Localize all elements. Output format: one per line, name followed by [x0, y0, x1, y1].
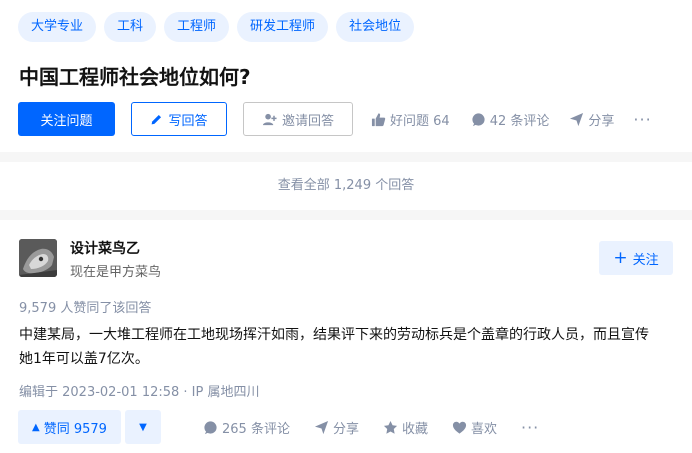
question-actions: 关注问题 写回答 邀请回答 好问题 64 42 条评论 分享 ···	[18, 102, 652, 136]
topic-tag[interactable]: 大学专业	[18, 12, 97, 42]
write-answer-button[interactable]: 写回答	[131, 102, 227, 136]
write-answer-label: 写回答	[168, 113, 208, 129]
answer-comments-button[interactable]: 265 条评论	[203, 418, 290, 437]
like-button[interactable]: 喜欢	[452, 418, 497, 437]
author-bio: 现在是甲方菜鸟	[70, 265, 162, 280]
good-question-button[interactable]: 好问题 64	[371, 110, 450, 129]
comment-icon	[472, 112, 485, 126]
heart-icon	[452, 421, 467, 434]
view-all-answers-link[interactable]: 查看全部 1,249 个回答	[0, 162, 692, 210]
good-question-label: 好问题 64	[390, 113, 450, 129]
question-card: 大学专业 工科 工程师 研发工程师 社会地位 中国工程师社会地位如何? 关注问题…	[0, 0, 692, 152]
share-icon	[314, 420, 329, 434]
answer-content: 中建某局，一大堆工程师在工地现场挥汗如雨，结果评下来的劳动标兵是个盖章的行政人员…	[19, 327, 649, 367]
question-comments-button[interactable]: 42 条评论	[471, 110, 550, 129]
answer-share-button[interactable]: 分享	[314, 418, 359, 437]
invite-answer-button[interactable]: 邀请回答	[243, 102, 353, 136]
upvote-button[interactable]: ▲ 赞同 9579	[18, 410, 121, 444]
add-user-icon	[262, 113, 277, 125]
plus-icon: +	[613, 247, 628, 268]
thumbs-up-icon	[371, 112, 386, 126]
question-title: 中国工程师社会地位如何?	[19, 65, 251, 89]
collect-label: 收藏	[401, 421, 428, 437]
collect-button[interactable]: 收藏	[383, 418, 428, 437]
answer-share-label: 分享	[332, 421, 359, 437]
question-share-button[interactable]: 分享	[569, 110, 614, 129]
edit-info[interactable]: 编辑于 2023-02-01 12:58 · IP 属地四川	[19, 381, 259, 400]
answer-actions: ▲ 赞同 9579 ▼ 265 条评论 分享 收藏 喜欢 ···	[18, 410, 539, 444]
answer-comments-label: 265 条评论	[222, 421, 290, 437]
author-name[interactable]: 设计菜鸟乙	[70, 238, 140, 258]
topic-tag[interactable]: 社会地位	[336, 12, 415, 42]
follow-author-label: 关注	[632, 252, 659, 268]
topic-tag[interactable]: 工程师	[164, 12, 230, 42]
downvote-button[interactable]: ▼	[125, 410, 161, 444]
answer-card: 设计菜鸟乙 现在是甲方菜鸟 + 关注 9,579 人赞同了该回答 中建某局，一大…	[0, 220, 692, 453]
votes-summary: 9,579 人赞同了该回答	[19, 301, 152, 316]
invite-answer-label: 邀请回答	[281, 113, 334, 129]
avatar-image	[19, 239, 57, 277]
star-icon	[383, 420, 398, 434]
topic-tags: 大学专业 工科 工程师 研发工程师 社会地位	[18, 12, 422, 42]
avatar[interactable]	[19, 239, 57, 277]
triangle-up-icon: ▲	[32, 421, 40, 433]
answer-more-button[interactable]: ···	[521, 418, 539, 437]
pencil-icon	[152, 114, 162, 124]
question-more-button[interactable]: ···	[633, 110, 651, 129]
comment-icon	[204, 420, 217, 434]
triangle-down-icon: ▼	[139, 421, 147, 433]
question-share-label: 分享	[588, 113, 615, 129]
topic-tag[interactable]: 工科	[104, 12, 157, 42]
upvote-label: 赞同 9579	[43, 421, 107, 437]
question-comments-label: 42 条评论	[489, 113, 550, 129]
follow-question-button[interactable]: 关注问题	[18, 102, 115, 136]
like-label: 喜欢	[470, 421, 497, 437]
topic-tag[interactable]: 研发工程师	[237, 12, 329, 42]
follow-author-button[interactable]: + 关注	[599, 241, 673, 275]
share-icon	[570, 112, 584, 126]
